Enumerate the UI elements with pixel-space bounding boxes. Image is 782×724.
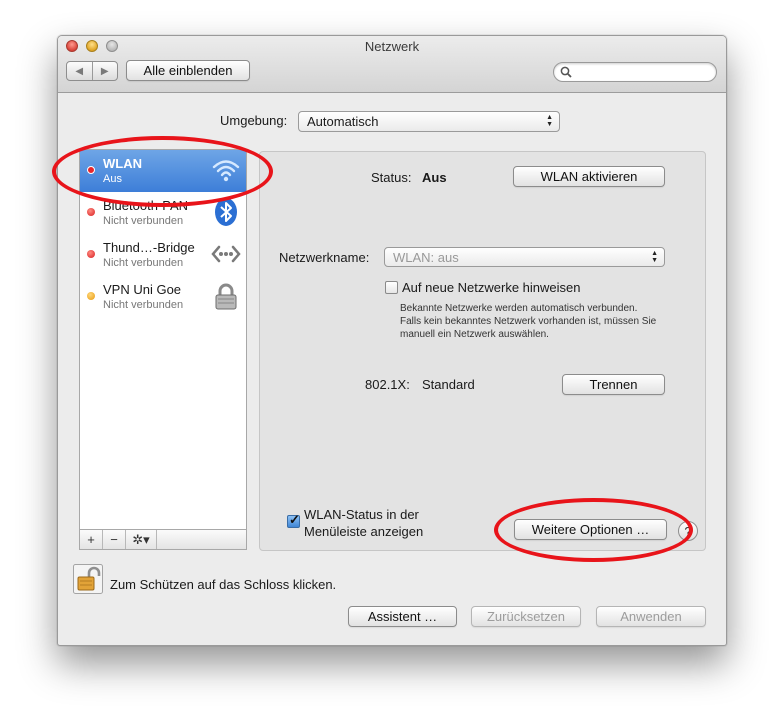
search-icon <box>560 66 572 78</box>
show-wlan-status-label-line2: Menüleiste anzeigen <box>304 524 424 539</box>
remove-service-button[interactable]: − <box>103 530 126 549</box>
detail-panel <box>259 151 706 551</box>
disconnect-button[interactable]: Trennen <box>562 374 665 395</box>
popup-arrows-icon: ▲ ▼ <box>546 114 553 128</box>
bluetooth-icon <box>215 198 237 226</box>
revert-button[interactable]: Zurücksetzen <box>471 606 581 627</box>
hint-line-2: Falls kein bekanntes Netzwerk vorhanden … <box>400 316 657 327</box>
ask-new-networks-label: Auf neue Netzwerke hinweisen <box>402 280 581 295</box>
add-service-button[interactable]: + <box>80 530 103 549</box>
status-label: Status: <box>371 170 412 185</box>
service-status: Nicht verbunden <box>103 299 184 311</box>
assistant-button[interactable]: Assistent … <box>348 606 457 627</box>
service-list: WLAN Aus Bluetooth-PAN Nicht verbunden T… <box>79 149 247 530</box>
service-status: Aus <box>103 173 122 185</box>
network-name-label: Netzwerkname: <box>279 250 370 265</box>
status-dot <box>87 292 95 300</box>
lock-hint-text: Zum Schützen auf das Schloss klicken. <box>110 577 337 592</box>
service-name: WLAN <box>103 156 142 171</box>
dot1x-value: Standard <box>422 377 475 392</box>
network-name-popup[interactable]: WLAN: aus ▲ ▼ <box>384 247 665 267</box>
window-title: Netzwerk <box>364 39 420 54</box>
wlan-toggle-button[interactable]: WLAN aktivieren <box>513 166 665 187</box>
hint-line-3: manuell ein Netzwerk auswählen. <box>400 329 549 340</box>
service-status: Nicht verbunden <box>103 215 184 227</box>
gear-menu-button[interactable]: ✲▾ <box>126 530 157 549</box>
help-button[interactable]: ? <box>678 521 698 541</box>
advanced-options-button[interactable]: Weitere Optionen … <box>514 519 667 540</box>
status-dot <box>87 166 95 174</box>
location-value: Automatisch <box>307 114 379 129</box>
back-forward-control: ◀ ▶ <box>66 61 118 81</box>
service-item-wlan[interactable]: WLAN Aus <box>80 150 246 192</box>
location-popup[interactable]: Automatisch ▲ ▼ <box>298 111 560 132</box>
show-all-button[interactable]: Alle einblenden <box>126 60 250 81</box>
ask-new-networks-checkbox[interactable] <box>385 281 398 294</box>
network-preferences-window: Netzwerk ◀ ▶ Alle einblenden Umgebung: A… <box>57 35 727 646</box>
wifi-icon <box>212 160 240 182</box>
forward-arrow-icon[interactable]: ▶ <box>91 62 118 80</box>
show-wlan-status-checkbox[interactable]: ✓ <box>287 512 300 528</box>
service-item-thunderbolt-bridge[interactable]: Thund…-Bridge Nicht verbunden <box>80 234 246 276</box>
service-list-controls: + − ✲▾ <box>79 530 247 550</box>
dot1x-label: 802.1X: <box>365 377 410 392</box>
popup-arrows-icon: ▲ ▼ <box>651 250 658 264</box>
service-status: Nicht verbunden <box>103 257 184 269</box>
network-name-value: WLAN: aus <box>393 249 459 265</box>
checkmark-icon: ✓ <box>289 512 300 527</box>
show-wlan-status-label-line1: WLAN-Status in der <box>304 507 419 522</box>
hint-line-1: Bekannte Netzwerke werden automatisch ve… <box>400 303 638 314</box>
search-field <box>553 62 717 82</box>
lock-icon[interactable] <box>73 564 103 594</box>
back-arrow-icon[interactable]: ◀ <box>67 62 92 80</box>
apply-button[interactable]: Anwenden <box>596 606 706 627</box>
service-item-bluetooth-pan[interactable]: Bluetooth-PAN Nicht verbunden <box>80 192 246 234</box>
status-value: Aus <box>422 170 447 185</box>
thunderbolt-bridge-icon <box>211 245 241 263</box>
service-name: VPN Uni Goe <box>103 282 182 297</box>
service-name: Bluetooth-PAN <box>103 198 189 213</box>
location-label: Umgebung: <box>220 113 288 128</box>
search-input[interactable] <box>574 64 714 81</box>
vpn-lock-icon <box>215 283 237 310</box>
titlebar: Netzwerk ◀ ▶ Alle einblenden <box>58 36 726 93</box>
service-name: Thund…-Bridge <box>103 240 195 255</box>
service-item-vpn[interactable]: VPN Uni Goe Nicht verbunden <box>80 276 246 318</box>
status-dot <box>87 250 95 258</box>
status-dot <box>87 208 95 216</box>
